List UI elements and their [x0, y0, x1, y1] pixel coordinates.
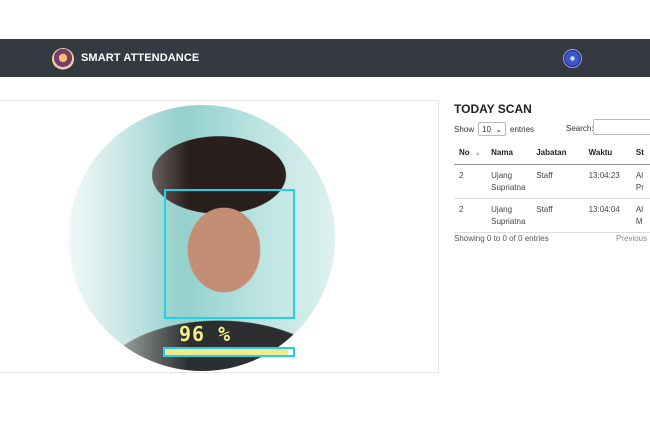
cell-no: 2 — [454, 198, 487, 233]
cell-nama: Ujang Supriatna — [486, 198, 532, 233]
search-input[interactable] — [593, 119, 650, 135]
cell-status: Al M — [630, 198, 650, 233]
entries-select[interactable]: 10 ⌄ — [478, 122, 507, 136]
column-header-waktu[interactable]: Waktu — [583, 142, 631, 165]
table-row: 2 Ujang Supriatna Staff 13:04:23 Al Pr — [454, 164, 650, 199]
confidence-progress-bar — [163, 347, 295, 357]
confidence-label: 96 % — [179, 322, 232, 346]
today-scan-panel: TODAY SCAN Show 10 ⌄ entries Search: No ▲… — [454, 100, 650, 260]
cell-no: 2 — [454, 164, 487, 199]
search-label: Search: — [566, 124, 594, 133]
entries-label: entries — [510, 124, 535, 134]
top-navbar: SMART ATTENDANCE — [0, 39, 650, 77]
column-header-no[interactable]: No ▲ — [454, 142, 487, 165]
entries-length-control: Show 10 ⌄ entries — [454, 122, 534, 136]
show-label: Show — [454, 124, 475, 134]
table-row: 2 Ujang Supriatna Staff 13:04:04 Al M — [454, 198, 650, 233]
user-avatar-icon[interactable] — [563, 49, 582, 68]
previous-page-button[interactable]: Previous — [616, 234, 647, 243]
cell-waktu: 13:04:23 — [583, 164, 631, 199]
entries-info: Showing 0 to 0 of 0 entries — [454, 234, 549, 243]
cell-nama: Ujang Supriatna — [486, 164, 532, 199]
column-header-status[interactable]: St — [630, 142, 650, 165]
sort-asc-icon[interactable]: ▲ — [475, 151, 481, 157]
face-detection-box — [164, 189, 295, 319]
entries-select-value: 10 — [482, 124, 491, 134]
today-scan-title: TODAY SCAN — [454, 102, 532, 116]
confidence-progress-fill — [165, 349, 288, 355]
column-header-nama[interactable]: Nama — [486, 142, 532, 165]
cell-status: Al Pr — [630, 164, 650, 199]
scan-table: No ▲ Nama Jabatan Waktu St 2 Ujang Supria… — [454, 142, 650, 233]
cell-jabatan: Staff — [531, 198, 584, 233]
app-brand[interactable]: SMART ATTENDANCE — [81, 52, 199, 64]
chevron-down-icon: ⌄ — [495, 124, 503, 134]
table-info: Showing 0 to 0 of 0 entries Previous — [454, 234, 650, 243]
cell-jabatan: Staff — [531, 164, 584, 199]
cell-waktu: 13:04:04 — [583, 198, 631, 233]
school-emblem-logo — [52, 48, 74, 70]
column-header-jabatan[interactable]: Jabatan — [531, 142, 584, 165]
table-header-row: No ▲ Nama Jabatan Waktu St — [454, 142, 650, 165]
